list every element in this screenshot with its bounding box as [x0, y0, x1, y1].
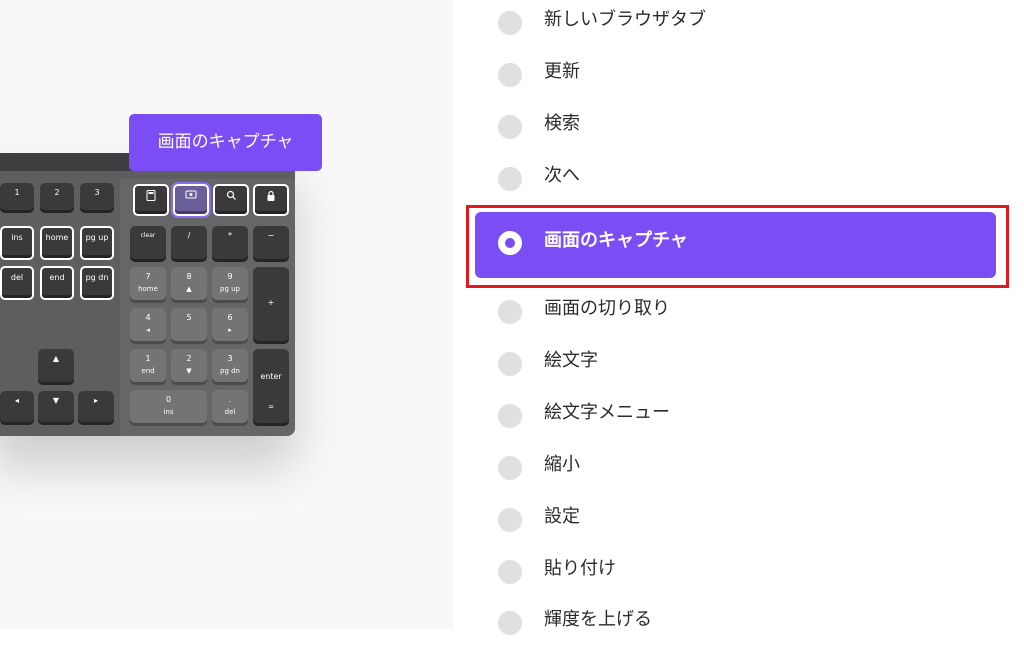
- arrow-left-key[interactable]: ◂: [0, 391, 34, 425]
- search-icon: [226, 190, 236, 200]
- radio-button[interactable]: [498, 456, 522, 480]
- action-option-label: 絵文字メニュー: [544, 402, 670, 423]
- numpad-8-key[interactable]: 8 ▲: [171, 267, 207, 303]
- lock-key[interactable]: [253, 184, 289, 216]
- del-key[interactable]: del: [0, 266, 34, 300]
- radio-button[interactable]: [498, 167, 522, 191]
- radio-button[interactable]: [498, 300, 522, 324]
- easy-switch-key-1[interactable]: 1: [0, 183, 34, 213]
- action-option-brightness-up[interactable]: 輝度を上げる: [453, 600, 1024, 652]
- pg-up-key[interactable]: pg up: [80, 226, 114, 260]
- radio-dot-icon: [505, 238, 515, 248]
- action-option-screen-capture[interactable]: 画面のキャプチャ: [475, 212, 996, 278]
- action-option-label: 輝度を上げる: [544, 609, 652, 630]
- action-option-refresh[interactable]: 更新: [453, 52, 1024, 104]
- radio-button[interactable]: [498, 63, 522, 87]
- numpad-4-key[interactable]: 4 ◂: [130, 308, 166, 344]
- search-key[interactable]: [213, 184, 249, 216]
- action-option-zoom-out[interactable]: 縮小: [453, 445, 1024, 497]
- action-option-new-browser-tab[interactable]: 新しいブラウザタブ: [453, 0, 1024, 52]
- radio-button[interactable]: [498, 115, 522, 139]
- numpad-0-key[interactable]: 0 ins: [130, 390, 207, 426]
- action-option-emoji-menu[interactable]: 絵文字メニュー: [453, 393, 1024, 445]
- arrow-up-key[interactable]: ▲: [38, 349, 74, 385]
- action-option-settings[interactable]: 設定: [453, 497, 1024, 549]
- numpad-5-key[interactable]: 5: [171, 308, 207, 344]
- action-option-label: 新しいブラウザタブ: [544, 9, 706, 30]
- action-option-label: 縮小: [544, 454, 580, 475]
- numpad-2-key[interactable]: 2 ▼: [171, 349, 207, 385]
- plus-key[interactable]: +: [253, 267, 289, 344]
- home-key[interactable]: home: [40, 226, 74, 260]
- action-option-label: 更新: [544, 61, 580, 82]
- action-option-screen-snip[interactable]: 画面の切り取り: [453, 289, 1024, 341]
- minus-key[interactable]: −: [253, 226, 289, 262]
- pg-dn-key[interactable]: pg dn: [80, 266, 114, 300]
- calculator-key[interactable]: [133, 184, 169, 216]
- keyboard-image: 1 2 3 ins home pg up del end pg dn ▲ ◂ ▼…: [0, 153, 295, 436]
- radio-button[interactable]: [498, 560, 522, 584]
- numpad-6-key[interactable]: 6 ▸: [212, 308, 248, 344]
- easy-switch-key-2[interactable]: 2: [40, 183, 74, 213]
- action-option-label: 貼り付け: [544, 558, 616, 579]
- screenshot-key[interactable]: [171, 182, 211, 218]
- slash-key[interactable]: /: [171, 226, 207, 262]
- action-option-label: 絵文字: [544, 350, 598, 371]
- end-key[interactable]: end: [40, 266, 74, 300]
- radio-button[interactable]: [498, 611, 522, 635]
- action-option-label: 検索: [544, 113, 580, 134]
- action-option-label: 設定: [544, 506, 580, 527]
- action-option-next[interactable]: 次へ: [453, 156, 1024, 208]
- numpad-1-key[interactable]: 1 end: [130, 349, 166, 385]
- easy-switch-key-3[interactable]: 3: [80, 183, 114, 213]
- key-action-tooltip: 画面のキャプチャ: [129, 114, 322, 171]
- ins-key[interactable]: ins: [0, 226, 34, 260]
- numpad-dot-key[interactable]: . del: [212, 390, 248, 426]
- calculator-icon: [146, 190, 156, 201]
- lock-icon: [267, 190, 275, 201]
- radio-button[interactable]: [498, 352, 522, 376]
- clear-key[interactable]: clear: [130, 226, 166, 262]
- action-option-paste[interactable]: 貼り付け: [453, 549, 1024, 601]
- screenshot-icon: [185, 190, 197, 199]
- numpad-3-key[interactable]: 3 pg dn: [212, 349, 248, 385]
- enter-key[interactable]: enter =: [253, 349, 289, 426]
- numpad-9-key[interactable]: 9 pg up: [212, 267, 248, 303]
- keyboard-preview: 1 2 3 ins home pg up del end pg dn ▲ ◂ ▼…: [0, 0, 453, 629]
- action-option-label: 画面の切り取り: [544, 298, 670, 319]
- arrow-down-key[interactable]: ▼: [38, 391, 74, 425]
- action-option-label: 画面のキャプチャ: [544, 230, 688, 251]
- key-action-list: 新しいブラウザタブ 更新 検索 次へ 画面の切り取り 絵文字 絵文字メニュー 縮…: [453, 0, 1024, 635]
- action-option-label: 次へ: [544, 165, 580, 186]
- radio-button[interactable]: [498, 404, 522, 428]
- action-option-emoji[interactable]: 絵文字: [453, 341, 1024, 393]
- arrow-right-key[interactable]: ▸: [78, 391, 114, 425]
- action-option-search[interactable]: 検索: [453, 104, 1024, 156]
- star-key[interactable]: *: [212, 226, 248, 262]
- radio-button[interactable]: [498, 11, 522, 35]
- radio-button-selected[interactable]: [498, 231, 522, 255]
- radio-button[interactable]: [498, 508, 522, 532]
- numpad-7-key[interactable]: 7 home: [130, 267, 166, 303]
